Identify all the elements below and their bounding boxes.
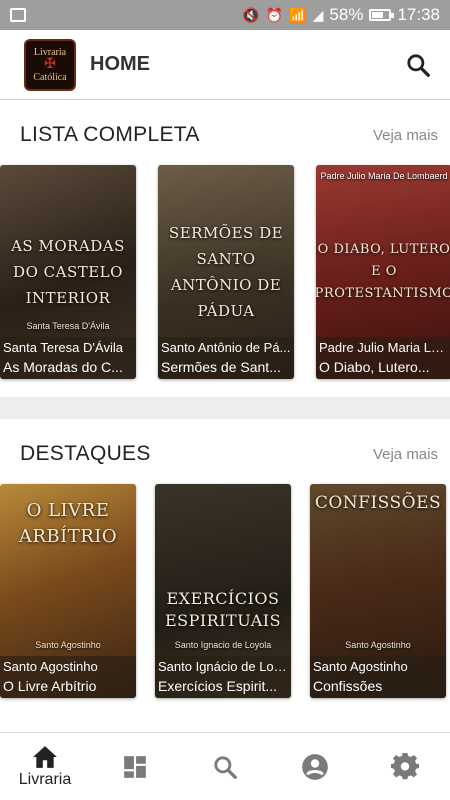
section-lista-completa: LISTA COMPLETA Veja mais AS MORADAS DO C… — [0, 100, 450, 379]
wifi-icon: 📶 — [289, 6, 307, 23]
book-title: Exercícios Espirit... — [158, 678, 278, 694]
settings-icon — [391, 752, 419, 779]
book-title: Confissões — [313, 678, 383, 694]
section-destaques: DESTAQUES Veja mais O LIVRE ARBÍTRIO San… — [0, 419, 450, 698]
app-logo: Livraria ✠ Católica — [24, 38, 76, 91]
search-icon — [407, 53, 430, 77]
section-divider — [0, 397, 450, 419]
status-time: 17:38 — [397, 5, 440, 24]
alarm-icon: ⏰ — [265, 6, 284, 23]
book-title: O Diabo, Lutero... — [319, 359, 430, 375]
book-carousel[interactable]: AS MORADAS DO CASTELO INTERIOR Santa Ter… — [0, 160, 450, 379]
book-author: Santo Agostinho — [3, 659, 98, 674]
book-card[interactable]: SERMÕES DE SANTO ANTÔNIO DE PÁDUA Santo … — [158, 165, 294, 379]
book-caption: Santa Teresa D'Ávila As Moradas do C... — [0, 337, 136, 379]
book-author: Santo Antônio de Pá... — [161, 340, 291, 355]
book-caption: Santo Ignácio de Loy... Exercícios Espir… — [155, 656, 291, 698]
book-author: Santo Agostinho — [313, 659, 408, 674]
book-caption: Santo Antônio de Pá... Sermões de Sant..… — [158, 337, 294, 379]
cover-author: Santo Agostinho — [35, 640, 101, 650]
book-author: Padre Julio Maria Lo... — [319, 340, 449, 355]
book-card[interactable]: AS MORADAS DO CASTELO INTERIOR Santa Ter… — [0, 165, 136, 379]
signal-icon: ◢ — [312, 6, 324, 23]
mute-icon: 🔇 — [242, 6, 260, 23]
book-card[interactable]: CONFISSÕES Santo Agostinho Santo Agostin… — [310, 484, 446, 698]
cover-title: O LIVRE ARBÍTRIO — [18, 500, 118, 547]
gallery-notification-icon — [10, 8, 26, 22]
section-title: DESTAQUES — [20, 442, 151, 465]
home-icon — [33, 745, 57, 768]
cover-title: O DIABO, LUTERO E O PROTESTANTISMO — [316, 242, 450, 301]
cover-author: Santo Ignacio de Loyola — [174, 640, 272, 650]
search-icon — [214, 755, 237, 779]
nav-livraria[interactable]: Livraria — [0, 733, 90, 800]
book-card[interactable]: O LIVRE ARBÍTRIO Santo Agostinho Santo A… — [0, 484, 136, 698]
see-more-link[interactable]: Veja mais — [373, 446, 438, 463]
cover-title: CONFISSÕES — [314, 493, 442, 513]
dashboard-icon — [124, 755, 146, 778]
nav-settings[interactable] — [360, 733, 450, 800]
cover-title: EXERCÍCIOS ESPIRITUAIS — [164, 589, 282, 630]
book-caption: Santo Agostinho O Livre Arbítrio — [0, 656, 136, 698]
book-author: Santa Teresa D'Ávila — [3, 340, 124, 355]
cover-author: Santo Agostinho — [345, 640, 411, 650]
battery-icon — [369, 9, 395, 21]
book-title: O Livre Arbítrio — [3, 678, 97, 694]
account-icon — [302, 753, 328, 780]
book-title: As Moradas do C... — [3, 359, 123, 375]
section-title: LISTA COMPLETA — [20, 123, 200, 146]
see-more-link[interactable]: Veja mais — [373, 127, 438, 144]
search-button[interactable] — [402, 49, 434, 81]
book-caption: Santo Agostinho Confissões — [310, 656, 446, 698]
nav-search[interactable] — [180, 733, 270, 800]
book-title: Sermões de Sant... — [161, 359, 281, 375]
page-title: HOME — [90, 53, 150, 75]
book-carousel[interactable]: O LIVRE ARBÍTRIO Santo Agostinho Santo A… — [0, 479, 450, 698]
nav-dashboard[interactable] — [90, 733, 180, 800]
battery-percent: 58% — [329, 5, 364, 24]
nav-label: Livraria — [18, 770, 72, 788]
cover-title: SERMÕES DE SANTO ANTÔNIO DE PÁDUA — [168, 224, 284, 320]
bottom-navigation: Livraria — [0, 732, 450, 800]
book-card[interactable]: Padre Julio Maria De Lombaerd O DIABO, L… — [316, 165, 450, 379]
logo-text-bottom: Católica — [33, 71, 67, 83]
logo-text-top: Livraria — [33, 46, 67, 58]
book-card[interactable]: EXERCÍCIOS ESPIRITUAIS Santo Ignacio de … — [155, 484, 291, 698]
cross-icon: ✠ — [44, 56, 56, 72]
cover-author: Santa Teresa D'Ávila — [26, 321, 110, 331]
book-author: Santo Ignácio de Loy... — [158, 659, 288, 674]
book-caption: Padre Julio Maria Lo... O Diabo, Lutero.… — [316, 337, 450, 379]
app-bar: Livraria ✠ Católica HOME — [0, 30, 450, 100]
nav-account[interactable] — [270, 733, 360, 800]
status-bar: 🔇 ⏰ 📶 ◢ 58% 17:38 — [0, 0, 450, 30]
cover-title: AS MORADAS DO CASTELO INTERIOR — [11, 237, 125, 307]
